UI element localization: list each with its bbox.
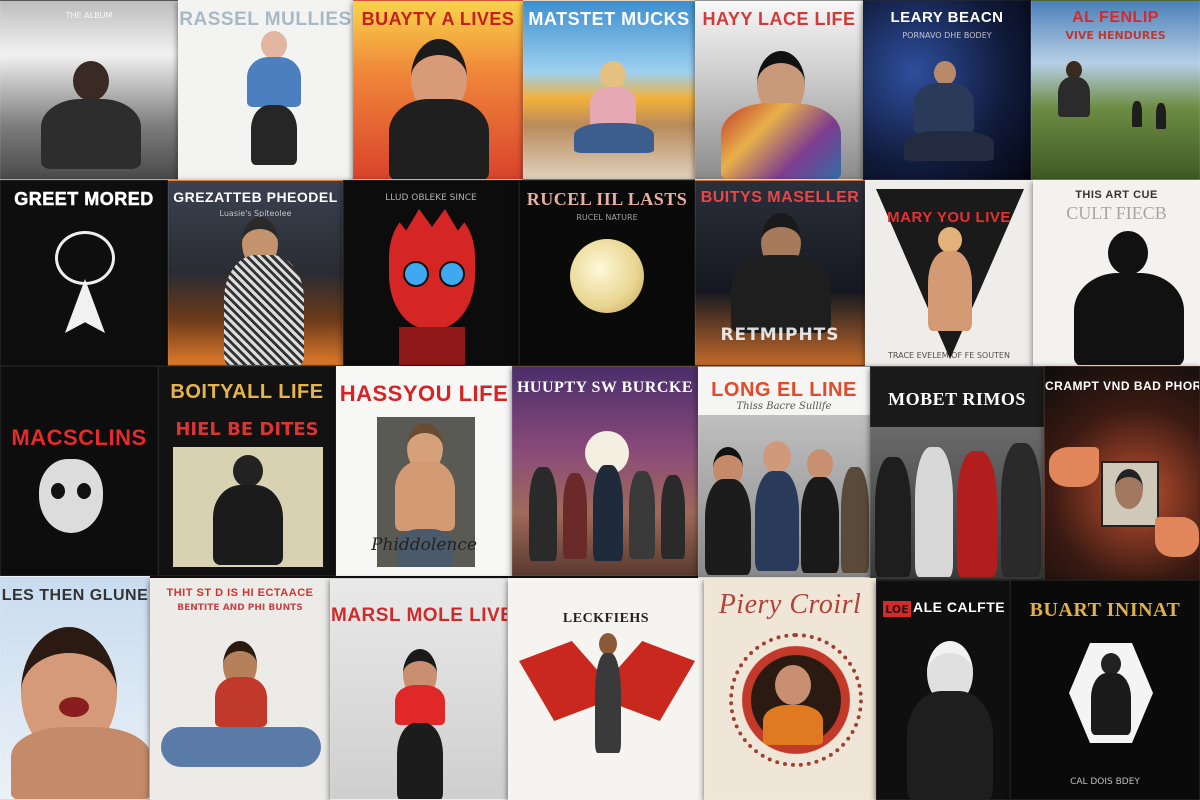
- moon-icon: [570, 239, 644, 313]
- cover-figure: [389, 209, 475, 365]
- cover-subtitle: RUCEL NATURE: [576, 213, 638, 222]
- cover-subtitle: VIVE HENDURES: [1065, 29, 1166, 42]
- hand-icon: [1049, 447, 1099, 487]
- cover-subtitle: LLUD OBLEKE SINCE: [385, 193, 477, 203]
- cover-title: Piery Croirl: [718, 589, 862, 620]
- cover-figure: [1052, 61, 1182, 161]
- cover-signature: Phiddolence: [371, 535, 477, 555]
- cover-title: MOBET RIMOS: [888, 389, 1026, 409]
- album-cover: HASSYOU LIFE Phiddolence: [336, 366, 512, 576]
- cover-subtitle: TRACE EVELEM OF FE SOUTEN: [888, 351, 1010, 360]
- album-cover: BOITYALL LIFE HIEL BE DITES: [158, 366, 336, 576]
- cover-subtitle: HIEL BE DITES: [175, 419, 319, 440]
- album-cover: MARSL MOLE LIVE: [330, 578, 508, 800]
- cover-figure: [389, 39, 489, 179]
- hexagon-frame: [1069, 643, 1153, 743]
- cover-figure: [41, 61, 141, 171]
- floral-wreath: [729, 633, 863, 767]
- skull-icon: [39, 459, 103, 533]
- album-cover: LECKFIEHS: [508, 578, 704, 800]
- cover-title: GREZATTEB PHEODEL: [173, 189, 338, 205]
- cover-title: HASSYOU LIFE: [339, 381, 509, 406]
- album-cover: BUART ININAT CAL DOIS BDEY: [1010, 580, 1200, 800]
- cover-title: BUART ININAT: [1029, 599, 1181, 621]
- cover-title: THIS ART CUE: [1075, 189, 1158, 201]
- cover-band: [523, 457, 689, 567]
- cover-title: LONG EL LINE: [711, 379, 857, 401]
- cover-title: HUUPTY SW BURCKE: [516, 379, 694, 396]
- cover-subtitle: BENTITE AND PHI BUNTS: [177, 603, 303, 613]
- cover-title: CRAMPT VND BAD PHORKS: [1045, 379, 1199, 393]
- cover-emblem: [45, 231, 125, 333]
- cover-title: AL FENLIP: [1072, 9, 1159, 26]
- album-cover: GREET MORED: [0, 180, 168, 366]
- album-cover: THE ALBUM: [0, 0, 178, 180]
- cover-figure: [224, 211, 324, 365]
- album-cover: HUUPTY SW BURCKE: [512, 366, 698, 576]
- cover-title: RUCEL IIL LASTS: [526, 189, 688, 209]
- album-cover: LES THEN GLUNE: [0, 576, 150, 800]
- cover-title: MARY YOU LIVE: [887, 209, 1011, 226]
- album-cover: LOE ALE CALFTE: [876, 580, 1010, 800]
- album-cover: MOBET RIMOS: [870, 366, 1044, 580]
- album-cover: Piery Croirl: [704, 578, 876, 800]
- cover-title: THIT ST D IS HI ECTAACE: [166, 587, 314, 599]
- cover-title: LECKFIEHS: [562, 611, 650, 626]
- cover-figure: [721, 41, 841, 179]
- album-cover: THIT ST D IS HI ECTAACE BENTITE AND PHI …: [150, 578, 330, 800]
- album-cover: MACSCLINS: [0, 366, 158, 576]
- cover-title: MARSL MOLE LIVE: [331, 605, 507, 626]
- cover-figure: [904, 61, 994, 171]
- cover-subtitle: CULT FIECB: [1066, 203, 1167, 223]
- cover-subtitle: LOE: [885, 603, 909, 616]
- cover-title: BUAYTY A LIVES: [361, 9, 515, 29]
- cover-title: LES THEN GLUNE: [1, 587, 149, 604]
- cover-title: LEARY BEACN: [890, 9, 1004, 26]
- cover-title: ALE CALFTE: [913, 599, 1006, 615]
- album-cover: MATSTET MUCKS: [523, 0, 695, 180]
- cover-title: MATSTET MUCKS: [528, 9, 690, 29]
- cover-figure: [1064, 231, 1184, 365]
- album-cover: MARY YOU LIVE TRACE EVELEM OF FE SOUTEN: [865, 180, 1033, 366]
- album-cover: CRAMPT VND BAD PHORKS: [1044, 366, 1200, 580]
- album-cover: LLUD OBLEKE SINCE: [343, 180, 519, 366]
- label-badge: LOE: [883, 601, 911, 617]
- cover-band: [875, 437, 1041, 579]
- portrait-icon: [1101, 461, 1159, 527]
- cover-subtitle: CAL DOIS BDEY: [1070, 777, 1140, 787]
- cover-subtitle: THE ALBUM: [65, 11, 113, 20]
- cover-figure: [922, 227, 978, 337]
- album-cover: RASSEL MULLIES: [178, 0, 353, 180]
- album-cover-wall: THE ALBUM RASSEL MULLIES BUAYTY A LIVES …: [0, 0, 1200, 800]
- cover-figure: [1, 617, 149, 799]
- album-cover: LEARY BEACN PORNAVO DHE BODEY: [863, 0, 1031, 180]
- album-cover: GREZATTEB PHEODEL Luasie's Spiteolee: [168, 180, 343, 366]
- cover-figure: [383, 649, 457, 799]
- album-cover: AL FENLIP VIVE HENDURES: [1031, 0, 1200, 180]
- cover-figure: [593, 633, 623, 763]
- cover-subtitle: RETMIPHTS: [720, 325, 840, 345]
- album-cover: BUITYS MASELLER RETMIPHTS: [695, 180, 865, 366]
- cover-subtitle: PORNAVO DHE BODEY: [902, 31, 992, 40]
- cover-figure: [229, 31, 319, 171]
- cover-title: HAYY LACE LIFE: [702, 9, 856, 29]
- album-cover: THIS ART CUE CULT FIECB: [1033, 180, 1200, 366]
- cover-title: MACSCLINS: [11, 425, 147, 450]
- cover-figure: [574, 61, 654, 161]
- hand-icon: [1155, 517, 1199, 557]
- cover-subtitle: Thiss Bacre Sullife: [736, 401, 832, 412]
- cover-title: RASSEL MULLIES: [179, 9, 352, 30]
- cover-figure: [907, 641, 993, 799]
- album-cover: LONG EL LINE Thiss Bacre Sullife: [698, 366, 870, 578]
- cover-art-panel: [173, 447, 323, 567]
- cover-title: BOITYALL LIFE: [170, 381, 324, 403]
- album-cover: BUAYTY A LIVES: [353, 0, 523, 180]
- cover-figure: [731, 213, 831, 333]
- cover-band: [703, 437, 869, 577]
- cover-figure: [161, 635, 321, 785]
- cover-title: GREET MORED: [14, 189, 154, 209]
- cover-title: BUITYS MASELLER: [700, 189, 860, 206]
- album-cover: RUCEL IIL LASTS RUCEL NATURE: [519, 180, 695, 366]
- album-cover: HAYY LACE LIFE: [695, 0, 863, 180]
